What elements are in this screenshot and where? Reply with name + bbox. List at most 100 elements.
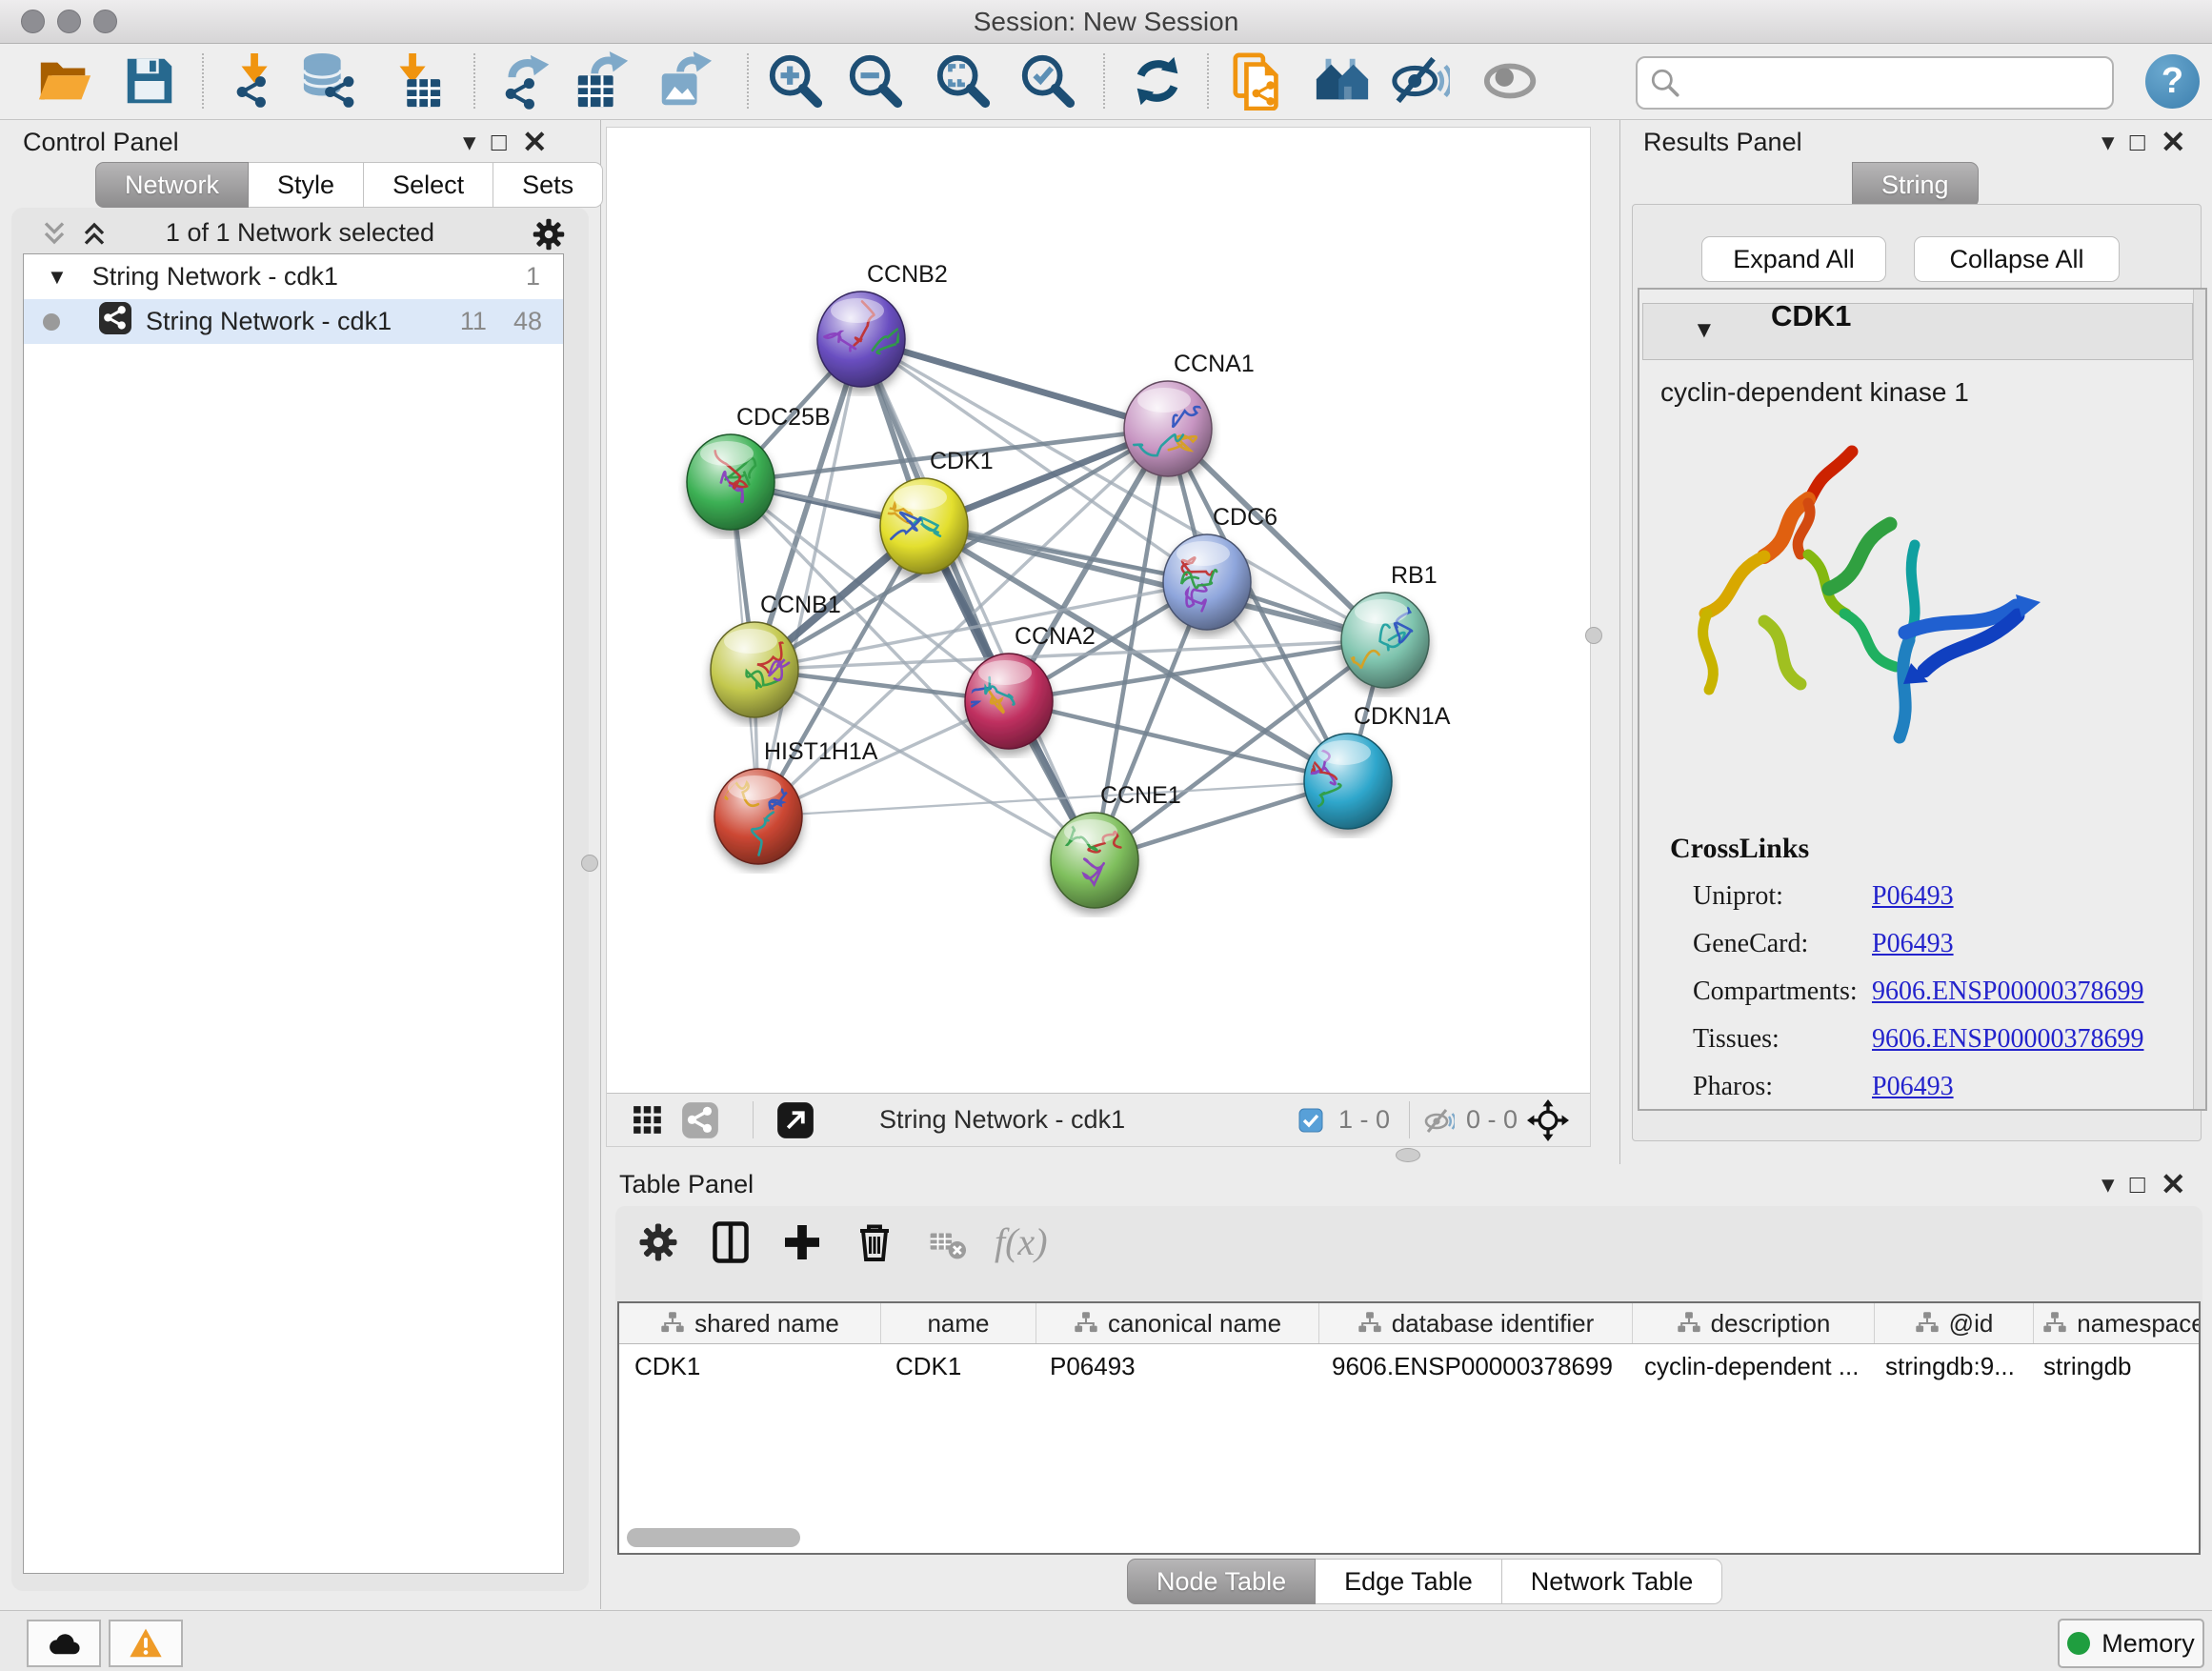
panel-menu-icon[interactable]: ▾ (463, 126, 476, 158)
crosslink-value-link[interactable]: P06493 (1872, 929, 1954, 959)
column-header-namespace[interactable]: namespace (2034, 1303, 2201, 1343)
open-in-window-icon[interactable] (776, 1101, 814, 1144)
network-edge[interactable] (861, 339, 1168, 429)
show-columns-icon[interactable] (708, 1219, 754, 1265)
node-table[interactable]: shared namenamecanonical namedatabase id… (617, 1301, 2201, 1555)
function-builder-icon[interactable]: f(x) (995, 1219, 1048, 1264)
results-scrollbar[interactable] (2193, 290, 2205, 1109)
zoom-selected-icon[interactable] (1018, 51, 1077, 111)
column-header-database-identifier[interactable]: database identifier (1319, 1303, 1633, 1343)
network-node-ccna2[interactable]: CCNA2 (953, 623, 1096, 749)
show-all-icon[interactable] (1482, 51, 1541, 111)
export-table-icon[interactable] (573, 51, 632, 111)
table-cell[interactable]: stringdb (2028, 1344, 2201, 1388)
tab-string[interactable]: String (1852, 162, 1979, 208)
table-horizontal-scrollbar[interactable] (627, 1528, 800, 1547)
network-edge[interactable] (1009, 701, 1348, 781)
horizontal-splitter-handle[interactable] (1396, 1148, 1420, 1162)
zoom-fit-icon[interactable] (934, 51, 993, 111)
table-cell[interactable]: CDK1 (880, 1344, 1035, 1388)
network-options-gear-icon[interactable] (530, 215, 568, 258)
network-node-cdkn1a[interactable]: CDKN1A (1285, 703, 1451, 829)
table-cell[interactable]: cyclin-dependent ... (1629, 1344, 1870, 1388)
import-network-from-database-icon[interactable] (300, 51, 359, 111)
crosslink-row: Pharos:P06493 (1639, 1063, 2173, 1111)
zoom-in-icon[interactable] (766, 51, 825, 111)
help-button[interactable]: ? (2145, 54, 2200, 109)
birds-eye-view-icon[interactable] (632, 1104, 664, 1141)
table-cell[interactable]: CDK1 (619, 1344, 880, 1388)
tab-select[interactable]: Select (364, 162, 493, 208)
import-network-icon[interactable] (227, 51, 286, 111)
tab-network-table[interactable]: Network Table (1502, 1559, 1723, 1604)
column-header-description[interactable]: description (1633, 1303, 1875, 1343)
save-session-icon[interactable] (120, 51, 179, 111)
network-node-ccna1[interactable]: CCNA1 (1124, 351, 1255, 476)
close-panel-icon[interactable]: ✕ (2161, 1168, 2186, 1200)
network-node-rb1[interactable]: RB1 (1341, 562, 1438, 688)
table-cell[interactable]: 9606.ENSP00000378699 (1317, 1344, 1629, 1388)
import-table-icon[interactable] (385, 51, 444, 111)
crosslink-value-link[interactable]: 9606.ENSP00000378699 (1872, 976, 2143, 1007)
tab-edge-table[interactable]: Edge Table (1316, 1559, 1502, 1604)
table-row[interactable]: CDK1CDK1P064939606.ENSP00000378699cyclin… (619, 1344, 2199, 1388)
column-header--id[interactable]: @id (1875, 1303, 2034, 1343)
selected-checkbox-icon[interactable] (1298, 1108, 1323, 1137)
network-node-ccnb2[interactable]: CCNB2 (817, 261, 948, 387)
close-panel-icon[interactable]: ✕ (522, 126, 548, 158)
expand-all-button[interactable]: Expand All (1701, 236, 1886, 282)
crosslink-value-link[interactable]: 9606.ENSP00000378699 (1872, 1024, 2143, 1055)
add-column-icon[interactable] (779, 1219, 825, 1265)
export-network-icon[interactable] (497, 51, 556, 111)
column-header-shared-name[interactable]: shared name (619, 1303, 881, 1343)
tab-sets[interactable]: Sets (493, 162, 603, 208)
right-splitter-handle[interactable] (1585, 627, 1602, 644)
refresh-icon[interactable] (1128, 51, 1187, 111)
table-settings-gear-icon[interactable] (635, 1219, 681, 1265)
panel-menu-icon[interactable]: ▾ (2101, 1168, 2115, 1200)
network-collection-row[interactable]: ▼ String Network - cdk1 1 (24, 254, 563, 299)
network-view[interactable]: CCNB2CCNA1CDC25BCDK1CDC6RB1CCNB1CCNA2CDK… (606, 127, 1591, 1147)
tab-network[interactable]: Network (95, 162, 249, 208)
network-node-ccne1[interactable]: CCNE1 (1051, 782, 1181, 908)
tab-style[interactable]: Style (249, 162, 364, 208)
network-node-cdc25b[interactable]: CDC25B (687, 404, 831, 530)
network-graph[interactable]: CCNB2CCNA1CDC25BCDK1CDC6RB1CCNB1CCNA2CDK… (607, 128, 1588, 1092)
fit-selected-crosshair-icon[interactable] (1527, 1099, 1569, 1146)
export-image-icon[interactable] (654, 51, 714, 111)
panel-menu-icon[interactable]: ▾ (2101, 126, 2115, 158)
network-node-ccnb1[interactable]: CCNB1 (711, 592, 841, 717)
float-panel-icon[interactable]: □ (2130, 126, 2145, 158)
collapse-all-button[interactable]: Collapse All (1914, 236, 2120, 282)
string-query-icon[interactable] (1230, 51, 1289, 111)
first-neighbors-icon[interactable] (1313, 51, 1372, 111)
open-session-icon[interactable] (35, 51, 94, 111)
search-input[interactable] (1689, 63, 2112, 103)
tab-node-table[interactable]: Node Table (1127, 1559, 1316, 1604)
crosslink-value-link[interactable]: P06493 (1872, 1072, 1954, 1102)
delete-column-icon[interactable] (852, 1219, 897, 1265)
collection-expand-icon[interactable]: ▼ (47, 265, 68, 290)
network-edge[interactable] (861, 339, 1095, 860)
gene-section-header[interactable]: ▼ (1642, 303, 2193, 360)
table-cell[interactable]: P06493 (1035, 1344, 1317, 1388)
collapse-gene-icon[interactable]: ▼ (1693, 317, 1716, 344)
crosslink-value-link[interactable]: P06493 (1872, 881, 1954, 912)
float-panel-icon[interactable]: □ (2130, 1168, 2145, 1200)
zoom-out-icon[interactable] (846, 51, 905, 111)
hide-selected-icon[interactable] (1391, 51, 1450, 111)
column-header-name[interactable]: name (881, 1303, 1036, 1343)
network-row[interactable]: String Network - cdk1 11 48 (24, 299, 563, 344)
network-node-hist1h1a[interactable]: HIST1H1A (714, 738, 878, 864)
cloud-tasks-button[interactable] (27, 1620, 101, 1667)
float-panel-icon[interactable]: □ (492, 126, 507, 158)
table-cell[interactable]: stringdb:9... (1870, 1344, 2028, 1388)
network-selection-status: 1 of 1 Network selected (11, 218, 589, 248)
close-panel-icon[interactable]: ✕ (2161, 126, 2186, 158)
column-header-canonical-name[interactable]: canonical name (1036, 1303, 1319, 1343)
network-type-icon[interactable] (681, 1101, 719, 1144)
memory-button[interactable]: Memory (2058, 1619, 2204, 1668)
left-splitter-handle[interactable] (581, 855, 598, 872)
warnings-button[interactable] (109, 1620, 183, 1667)
delete-table-icon[interactable] (928, 1223, 968, 1263)
